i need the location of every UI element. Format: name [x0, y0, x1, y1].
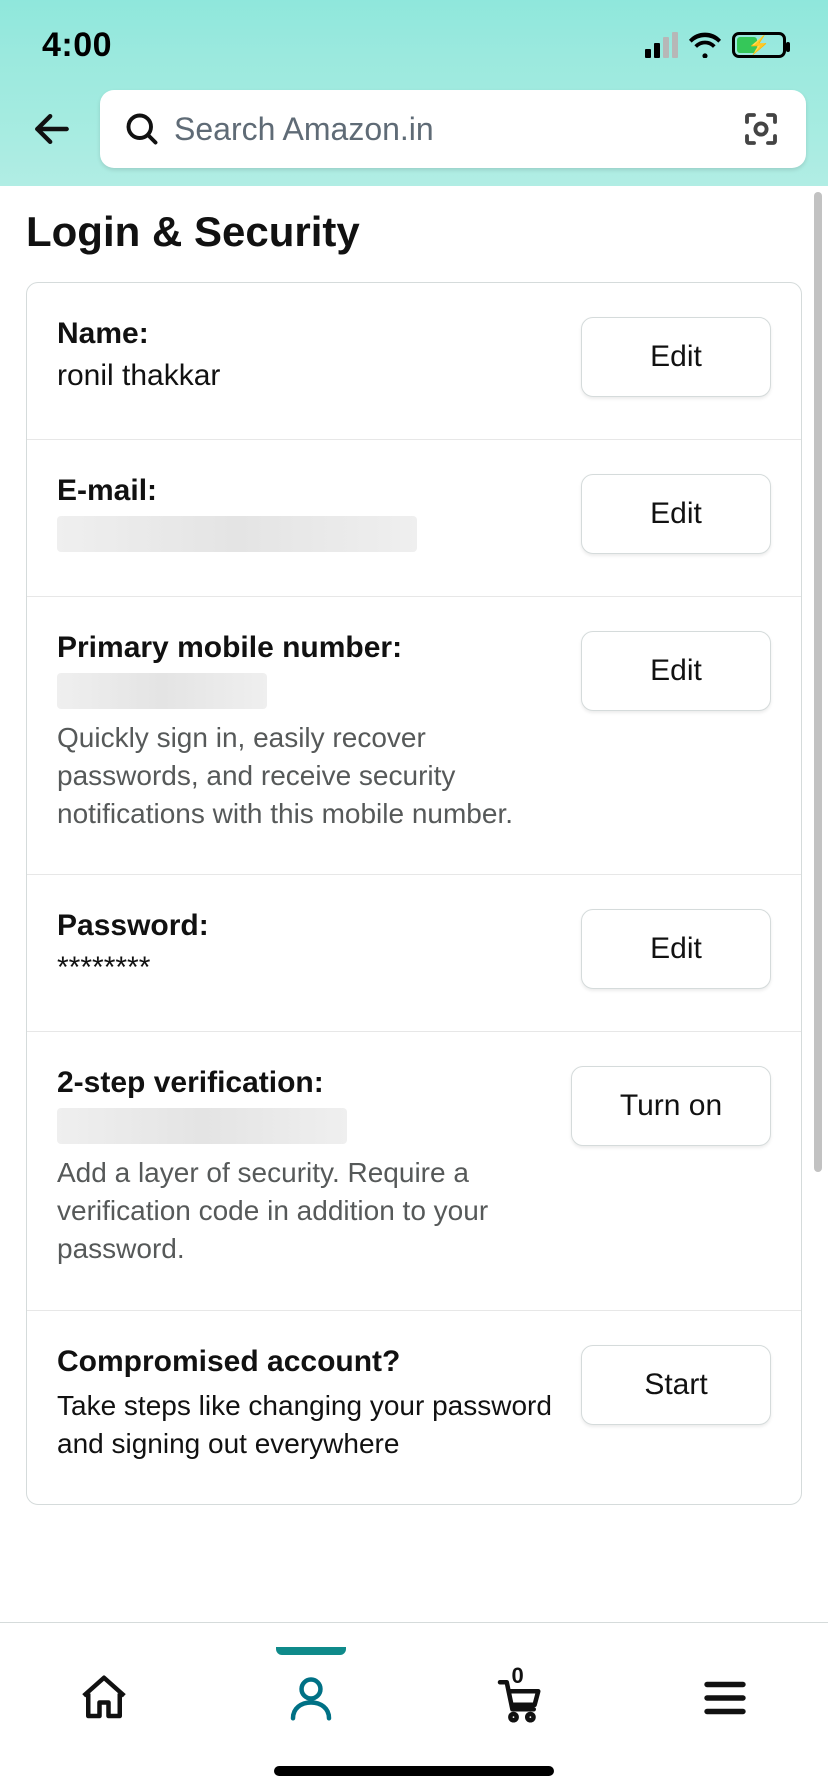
row-email: E-mail: Edit — [27, 440, 801, 597]
wifi-icon — [688, 32, 722, 58]
settings-card: Name: ronil thakkar Edit E-mail: Edit Pr… — [26, 282, 802, 1505]
status-time: 4:00 — [42, 26, 112, 65]
row-mobile: Primary mobile number: Quickly sign in, … — [27, 597, 801, 875]
lens-icon — [740, 108, 782, 150]
bottom-nav: 0 — [0, 1622, 828, 1792]
row-mobile-desc: Quickly sign in, easily recover password… — [57, 719, 561, 832]
nav-account[interactable] — [266, 1653, 356, 1743]
status-bar: 4:00 ⚡ — [0, 0, 828, 90]
user-icon — [284, 1671, 338, 1725]
row-twostep-value-redacted — [57, 1108, 347, 1144]
home-indicator — [274, 1766, 554, 1776]
row-compromised: Compromised account? Take steps like cha… — [27, 1311, 801, 1505]
search-icon — [124, 111, 160, 147]
status-indicators: ⚡ — [645, 32, 786, 58]
edit-mobile-button[interactable]: Edit — [581, 631, 771, 711]
row-email-label: E-mail: — [57, 474, 561, 508]
cellular-icon — [645, 32, 678, 58]
search-box[interactable] — [100, 90, 806, 168]
row-mobile-label: Primary mobile number: — [57, 631, 561, 665]
menu-icon — [698, 1671, 752, 1725]
nav-home[interactable] — [59, 1653, 149, 1743]
edit-password-button[interactable]: Edit — [581, 909, 771, 989]
row-compromised-label: Compromised account? — [57, 1345, 561, 1379]
row-twostep: 2-step verification: Add a layer of secu… — [27, 1032, 801, 1310]
row-name: Name: ronil thakkar Edit — [27, 283, 801, 440]
row-name-label: Name: — [57, 317, 561, 351]
edit-name-button[interactable]: Edit — [581, 317, 771, 397]
nav-menu[interactable] — [680, 1653, 770, 1743]
cart-count: 0 — [512, 1663, 524, 1689]
header: 4:00 ⚡ — [0, 0, 828, 186]
nav-cart[interactable]: 0 — [473, 1653, 563, 1743]
home-icon — [77, 1671, 131, 1725]
row-twostep-desc: Add a layer of security. Require a verif… — [57, 1154, 551, 1267]
start-compromised-button[interactable]: Start — [581, 1345, 771, 1425]
row-compromised-desc: Take steps like changing your password a… — [57, 1387, 561, 1463]
back-button[interactable] — [22, 99, 82, 159]
row-password-label: Password: — [57, 909, 561, 943]
battery-icon: ⚡ — [732, 32, 786, 58]
edit-email-button[interactable]: Edit — [581, 474, 771, 554]
row-mobile-value-redacted — [57, 673, 267, 709]
row-password: Password: ******** Edit — [27, 875, 801, 1032]
turn-on-twostep-button[interactable]: Turn on — [571, 1066, 771, 1146]
scrollbar[interactable] — [814, 192, 822, 1172]
search-input[interactable] — [174, 111, 740, 148]
content-scroll[interactable]: Login & Security Name: ronil thakkar Edi… — [0, 186, 828, 1622]
image-search-button[interactable] — [740, 108, 782, 150]
row-email-value-redacted — [57, 516, 417, 552]
active-indicator — [276, 1647, 346, 1655]
row-twostep-label: 2-step verification: — [57, 1066, 551, 1100]
row-name-value: ronil thakkar — [57, 359, 561, 393]
page-title: Login & Security — [0, 186, 828, 282]
search-row — [0, 90, 828, 168]
row-password-value: ******** — [57, 951, 561, 985]
